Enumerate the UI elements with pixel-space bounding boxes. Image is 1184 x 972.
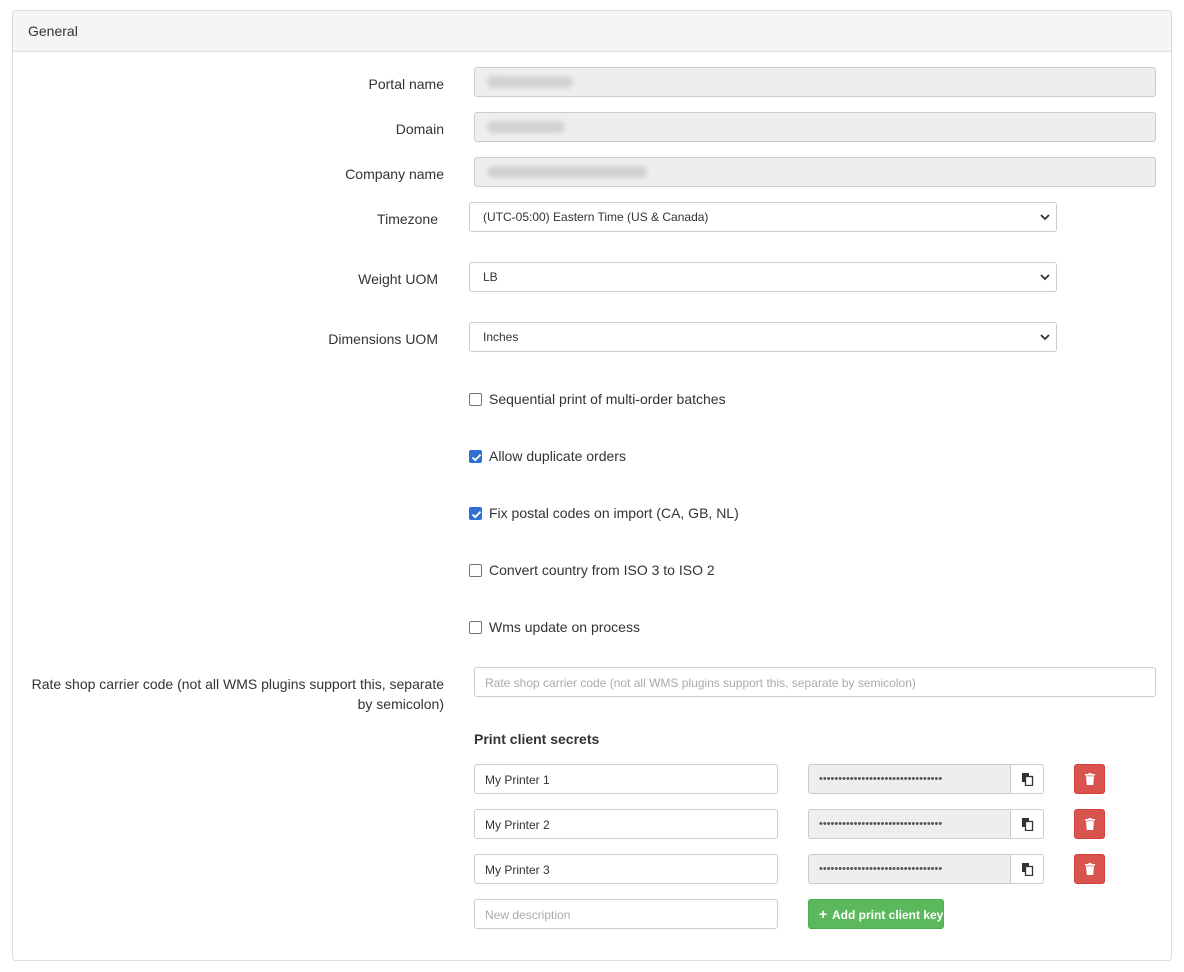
portal-name-label: Portal name <box>368 76 444 92</box>
blurred-value <box>487 121 565 133</box>
printer-description-value: My Printer 2 <box>485 818 550 832</box>
portal-name-field[interactable] <box>474 67 1156 97</box>
rate-shop-label-line2: by semicolon) <box>357 696 444 712</box>
rate-shop-placeholder: Rate shop carrier code (not all WMS plug… <box>485 676 916 690</box>
wms-update-checkbox[interactable] <box>469 621 482 634</box>
delete-client-button[interactable] <box>1074 764 1105 794</box>
domain-label: Domain <box>395 121 444 137</box>
print-client-secrets-title: Print client secrets <box>474 731 600 747</box>
sequential-print-checkbox[interactable] <box>469 393 482 406</box>
copy-icon <box>1022 818 1034 831</box>
client-secret-field[interactable]: •••••••••••••••••••••••••••••••• <box>808 809 1011 839</box>
timezone-value: (UTC-05:00) Eastern Time (US & Canada) <box>483 210 709 224</box>
trash-icon <box>1085 773 1095 785</box>
convert-country-label: Convert country from ISO 3 to ISO 2 <box>489 562 715 578</box>
printer-description-value: My Printer 3 <box>485 863 550 877</box>
client-secret-field[interactable]: •••••••••••••••••••••••••••••••• <box>808 854 1011 884</box>
chevron-down-icon <box>1040 334 1050 341</box>
allow-duplicate-label: Allow duplicate orders <box>489 448 626 464</box>
domain-field[interactable] <box>474 112 1156 142</box>
allow-duplicate-checkbox[interactable] <box>469 450 482 463</box>
panel-title: General <box>28 23 78 39</box>
delete-client-button[interactable] <box>1074 854 1105 884</box>
checkmark-icon <box>471 510 482 519</box>
fix-postal-codes-label: Fix postal codes on import (CA, GB, NL) <box>489 505 739 521</box>
convert-country-checkbox[interactable] <box>469 564 482 577</box>
weight-uom-value: LB <box>483 270 498 284</box>
add-print-client-key-button[interactable]: + Add print client key <box>808 899 944 929</box>
timezone-label: Timezone <box>377 211 438 227</box>
blurred-value <box>487 76 573 88</box>
printer-description-input[interactable]: My Printer 1 <box>474 764 778 794</box>
trash-icon <box>1085 863 1095 875</box>
checkmark-icon <box>471 453 482 462</box>
client-secret-field[interactable]: •••••••••••••••••••••••••••••••• <box>808 764 1011 794</box>
chevron-down-icon <box>1040 214 1050 221</box>
dimensions-uom-label: Dimensions UOM <box>328 331 438 347</box>
delete-client-button[interactable] <box>1074 809 1105 839</box>
trash-icon <box>1085 818 1095 830</box>
printer-description-input[interactable]: My Printer 2 <box>474 809 778 839</box>
copy-icon <box>1022 863 1034 876</box>
timezone-select[interactable]: (UTC-05:00) Eastern Time (US & Canada) <box>469 202 1057 232</box>
copy-icon <box>1022 773 1034 786</box>
copy-secret-button[interactable] <box>1010 809 1044 839</box>
client-secret-value: •••••••••••••••••••••••••••••••• <box>819 863 943 875</box>
sequential-print-label: Sequential print of multi-order batches <box>489 391 726 407</box>
dimensions-uom-select[interactable]: Inches <box>469 322 1057 352</box>
plus-icon: + <box>819 906 828 922</box>
wms-update-label: Wms update on process <box>489 619 640 635</box>
weight-uom-select[interactable]: LB <box>469 262 1057 292</box>
add-print-client-key-label: Add print client key <box>832 908 944 922</box>
chevron-down-icon <box>1040 274 1050 281</box>
printer-description-input[interactable]: My Printer 3 <box>474 854 778 884</box>
rate-shop-label-line1: Rate shop carrier code (not all WMS plug… <box>31 676 444 692</box>
company-name-field[interactable] <box>474 157 1156 187</box>
copy-secret-button[interactable] <box>1010 854 1044 884</box>
dimensions-uom-value: Inches <box>483 330 519 344</box>
blurred-value <box>487 166 647 178</box>
new-description-placeholder: New description <box>485 908 571 922</box>
weight-uom-label: Weight UOM <box>358 271 438 287</box>
printer-description-value: My Printer 1 <box>485 773 550 787</box>
client-secret-value: •••••••••••••••••••••••••••••••• <box>819 818 943 830</box>
fix-postal-codes-checkbox[interactable] <box>469 507 482 520</box>
new-description-input[interactable]: New description <box>474 899 778 929</box>
rate-shop-input[interactable]: Rate shop carrier code (not all WMS plug… <box>474 667 1156 697</box>
company-name-label: Company name <box>345 166 444 182</box>
client-secret-value: •••••••••••••••••••••••••••••••• <box>819 773 943 785</box>
panel-heading: General <box>13 11 1171 52</box>
copy-secret-button[interactable] <box>1010 764 1044 794</box>
